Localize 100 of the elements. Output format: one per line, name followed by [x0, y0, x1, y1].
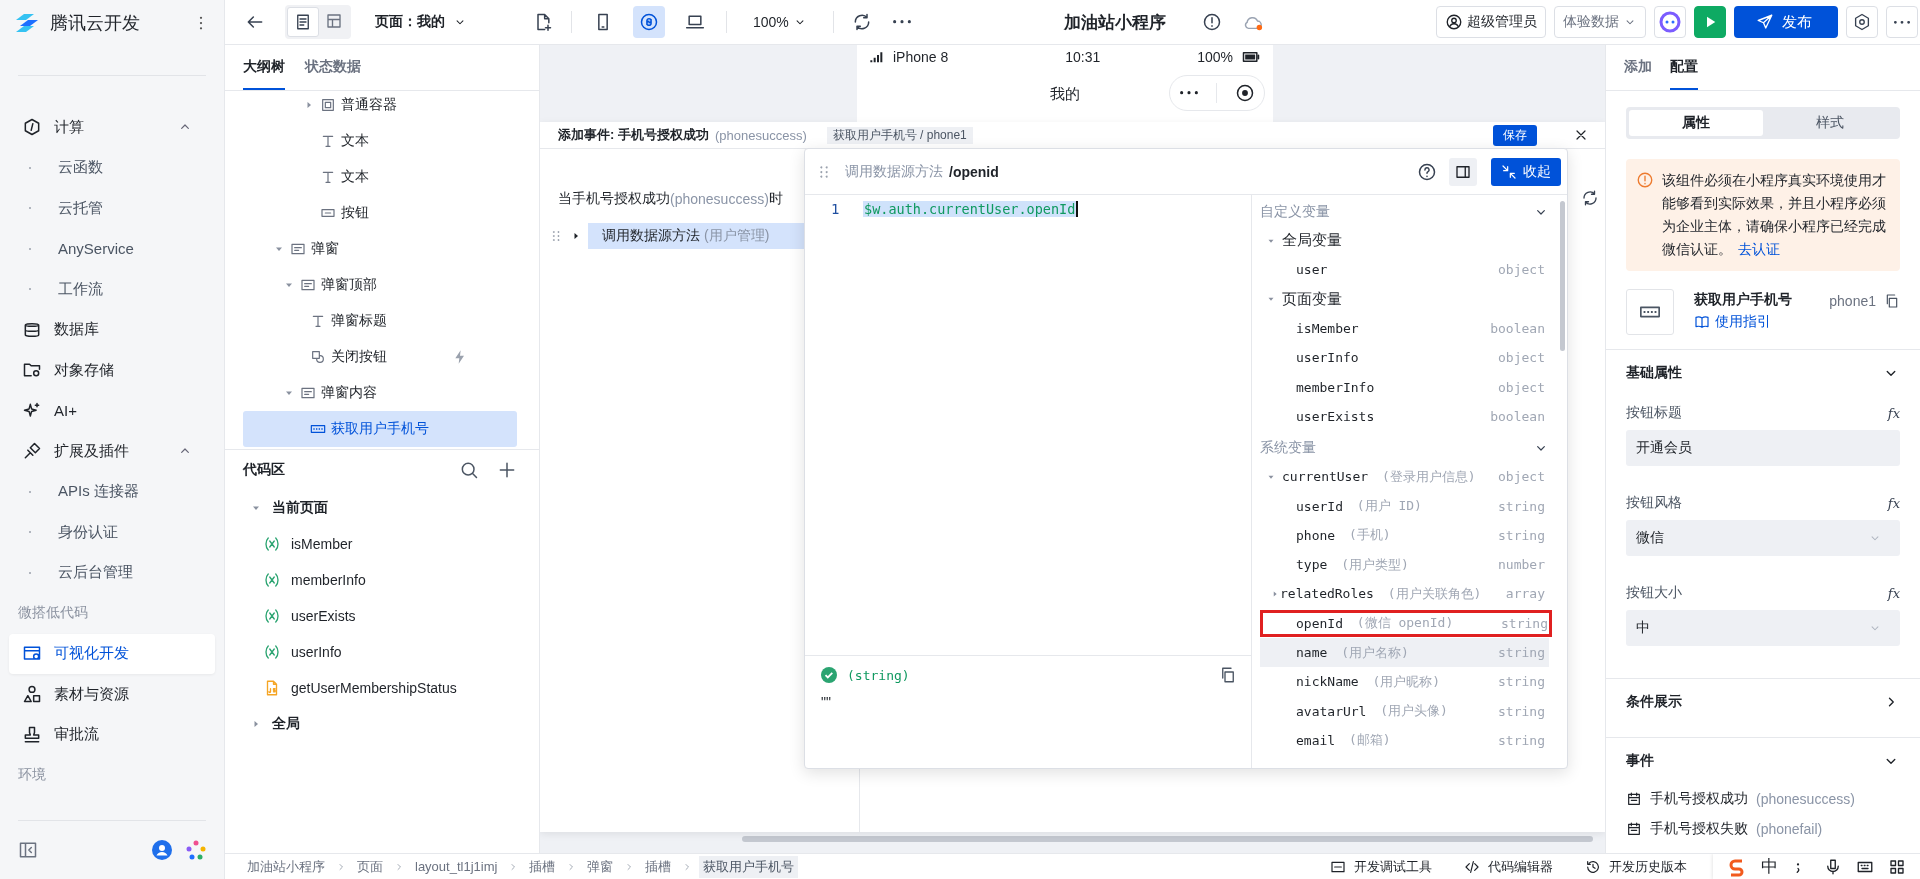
- result-type: (string): [847, 667, 910, 683]
- variable-item[interactable]: avatarUrl (用户头像) string: [1260, 696, 1549, 726]
- formula-button[interactable]: fx: [1887, 405, 1900, 421]
- variable-group[interactable]: 全局变量: [1260, 226, 1549, 256]
- save-button[interactable]: 保存: [1493, 124, 1537, 146]
- mode-tab[interactable]: 属性: [1629, 110, 1763, 136]
- select-field[interactable]: 中: [1626, 610, 1900, 646]
- nav-item[interactable]: 计算: [9, 107, 215, 148]
- verify-link[interactable]: 去认证: [1738, 241, 1780, 257]
- variable-item[interactable]: userInfo object: [1260, 343, 1549, 373]
- notice-text: 该组件必须在小程序真实环境使用才能够看到实际效果，并且小程序必须为企业主体，请确保小程序已经完成微信认证。 去认证: [1662, 171, 1887, 259]
- nav-item[interactable]: 工作流: [9, 269, 215, 310]
- tree-item[interactable]: 弹窗: [243, 231, 517, 267]
- code-item[interactable]: userExists: [225, 598, 539, 634]
- outline-tab[interactable]: 状态数据: [305, 45, 361, 90]
- variable-item[interactable]: openId (微信 openId) string: [1260, 609, 1552, 637]
- code-item[interactable]: getUserMembershipStatus: [225, 670, 539, 706]
- code-group[interactable]: 全局: [225, 706, 539, 742]
- tree-item[interactable]: 按钮: [243, 195, 517, 231]
- mode-tab[interactable]: 样式: [1763, 110, 1897, 136]
- editor-path: 调用数据源方法: [845, 162, 943, 181]
- nav-section-label: 环境: [17, 765, 47, 785]
- page-title: 我的: [1050, 84, 1080, 104]
- battery-percent: 100%: [1197, 49, 1233, 65]
- variable-item[interactable]: memberInfo object: [1260, 372, 1549, 402]
- zoom-selector[interactable]: 100%: [747, 13, 813, 31]
- breadcrumb-item[interactable]: layout_tl1j1imj: [411, 857, 502, 876]
- event-item[interactable]: 手机号授权成功 (phonesuccess): [1626, 784, 1900, 814]
- code-item[interactable]: userInfo: [225, 634, 539, 670]
- nav-item[interactable]: AI+: [9, 390, 215, 431]
- data-env-selector[interactable]: 体验数据: [1554, 6, 1646, 38]
- event-title: 添加事件: 手机号授权成功: [558, 126, 709, 144]
- nav-item[interactable]: 云函数: [9, 147, 215, 188]
- variable-item[interactable]: phone (手机) string: [1260, 520, 1549, 550]
- tree-item[interactable]: 弹窗顶部: [243, 267, 517, 303]
- tree-item[interactable]: 获取用户手机号: [243, 411, 517, 447]
- nav-item[interactable]: 扩展及插件: [9, 431, 215, 472]
- event-code: (phonesuccess): [1756, 791, 1855, 807]
- publish-button[interactable]: 发布: [1734, 6, 1838, 38]
- variable-item[interactable]: type (用户类型) number: [1260, 549, 1549, 580]
- guide-link[interactable]: 使用指引: [1694, 313, 1792, 331]
- breadcrumb-item[interactable]: 获取用户手机号: [699, 855, 799, 878]
- outline-tab[interactable]: 大纲树: [243, 45, 285, 90]
- nav-item[interactable]: 数据库: [9, 309, 215, 350]
- tree-item[interactable]: 文本: [243, 159, 517, 195]
- code-item[interactable]: isMember: [225, 526, 539, 562]
- event-item[interactable]: 手机号授权失败 (phonefail): [1626, 814, 1900, 844]
- text-field[interactable]: 开通会员: [1626, 430, 1900, 466]
- formula-button[interactable]: fx: [1887, 585, 1900, 601]
- code-group[interactable]: 当前页面: [225, 490, 539, 526]
- nav-item[interactable]: 可视化开发: [9, 633, 215, 674]
- nav-item[interactable]: 身份认证: [9, 512, 215, 553]
- variable-item[interactable]: userExists boolean: [1260, 401, 1549, 432]
- variable-item[interactable]: email (邮箱) string: [1260, 725, 1549, 756]
- variable-item[interactable]: relatedRoles (用户关联角色) array: [1260, 579, 1549, 609]
- breadcrumb-item[interactable]: 页面: [353, 855, 387, 878]
- variable-item[interactable]: nickName (用户昵称) string: [1260, 667, 1549, 697]
- phone-time: 10:31: [1064, 49, 1101, 65]
- breadcrumb-item[interactable]: 插槽: [641, 855, 676, 878]
- select-field[interactable]: 微信: [1626, 520, 1900, 556]
- variable-item[interactable]: user object: [1260, 255, 1549, 285]
- nav-item[interactable]: 审批流: [9, 714, 215, 755]
- field-label: 按钮标题: [1626, 404, 1682, 422]
- variable-section-title: 系统变量: [1260, 438, 1316, 457]
- phone-model: iPhone 8: [893, 49, 949, 65]
- nav-item[interactable]: APIs 连接器: [9, 471, 215, 512]
- inspector-tab[interactable]: 配置: [1670, 45, 1698, 90]
- nav-item[interactable]: AnyService: [9, 228, 215, 269]
- nav-item[interactable]: 云托管: [9, 188, 215, 229]
- code-item[interactable]: memberInfo: [225, 562, 539, 598]
- tree-item[interactable]: 弹窗标题: [243, 303, 517, 339]
- inspector-tab[interactable]: 添加: [1624, 45, 1652, 90]
- field-label: 按钮风格: [1626, 494, 1682, 512]
- code-area-title: 代码区: [243, 461, 285, 479]
- nav-item[interactable]: 对象存储: [9, 350, 215, 391]
- tree-item[interactable]: 弹窗内容: [243, 375, 517, 411]
- breadcrumb-item[interactable]: 加油站小程序: [243, 855, 329, 878]
- role-button[interactable]: 超级管理员: [1436, 6, 1546, 38]
- variable-item[interactable]: isMember boolean: [1260, 313, 1549, 344]
- formula-button[interactable]: fx: [1887, 495, 1900, 511]
- breadcrumb-item[interactable]: 弹窗: [583, 855, 618, 878]
- nav-item[interactable]: 素材与资源: [9, 674, 215, 715]
- nav-item[interactable]: 云后台管理: [9, 552, 215, 593]
- dev-tool-button[interactable]: 代码编辑器: [1458, 856, 1559, 877]
- variable-group[interactable]: currentUser (登录用户信息) object: [1260, 462, 1549, 492]
- variable-item[interactable]: userId (用户 ID) string: [1260, 491, 1549, 521]
- tree-item[interactable]: 关闭按钮: [243, 339, 517, 375]
- trigger-code: (phonesuccess): [670, 191, 769, 207]
- dev-tool-button[interactable]: 开发历史版本: [1579, 856, 1693, 877]
- event-code: (phonefail): [1756, 821, 1823, 837]
- tree-item[interactable]: 文本: [243, 123, 517, 159]
- page-selector[interactable]: 页面：我的: [369, 12, 473, 32]
- input-mode-toggle[interactable]: 中: [1761, 855, 1778, 878]
- breadcrumb-item[interactable]: 插槽: [525, 855, 560, 878]
- collapse-button[interactable]: 收起: [1491, 157, 1561, 186]
- dev-tool-button[interactable]: 开发调试工具: [1324, 856, 1438, 877]
- event-code: (phonesuccess): [714, 127, 807, 143]
- variable-group[interactable]: 页面变量: [1260, 284, 1549, 314]
- variable-item[interactable]: name (用户名称) string: [1260, 637, 1549, 668]
- tree-item[interactable]: 普通容器: [243, 87, 517, 123]
